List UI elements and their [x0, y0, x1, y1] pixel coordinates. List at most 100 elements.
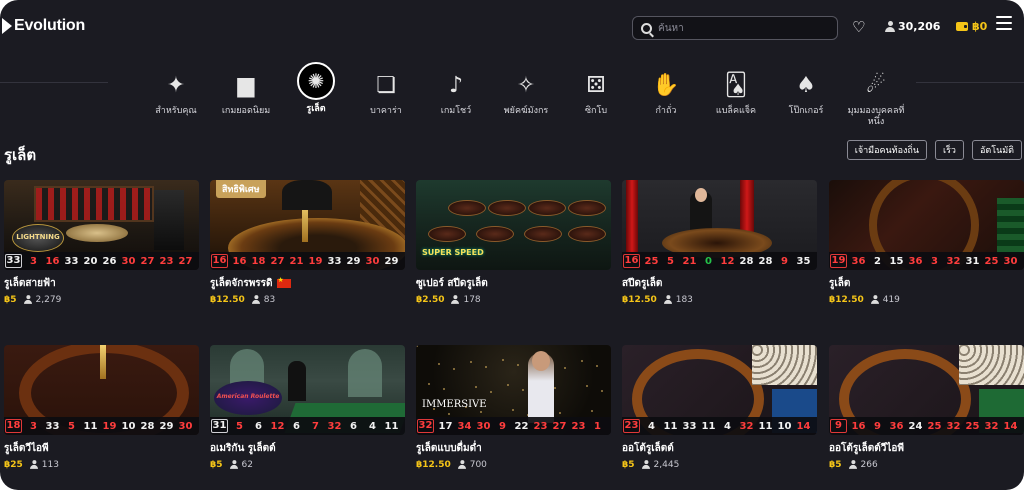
game-title[interactable]: อเมริกัน รูเล็ตต์ — [210, 441, 405, 456]
result-number: 14 — [796, 420, 811, 432]
nav-item[interactable]: ✺ รูเล็ต — [280, 60, 352, 115]
game-card[interactable]: 19 36 2 15 36 3 32 31 25 30 รูเล็ต ฿12.50 419 — [829, 180, 1024, 305]
nav-item[interactable]: 🂡 แบล็คแจ็ค — [700, 60, 772, 117]
game-title[interactable]: ซูเปอร์ สปีดรูเล็ต — [416, 276, 611, 291]
nav-item[interactable]: ✧ พยัคฆ์มังกร — [490, 60, 562, 117]
recent-results: 9 16 9 36 24 25 32 25 32 14 — [829, 417, 1024, 435]
game-card[interactable]: 23 4 11 33 11 4 32 11 10 14 ออโต้รูเล็ตต์฿5 2,445 — [622, 345, 817, 470]
search-input[interactable] — [658, 22, 828, 34]
result-number: 16 — [232, 255, 247, 267]
game-meta: ฿5 2,445 — [622, 459, 817, 470]
result-number: 19 — [102, 420, 117, 432]
online-players: 30,206 — [885, 20, 940, 33]
user-icon — [885, 21, 895, 32]
game-thumbnail[interactable]: 23 4 11 33 11 4 32 11 10 14 — [622, 345, 817, 435]
online-players-count: 30,206 — [898, 20, 941, 33]
game-card[interactable]: สิทธิพิเศษ 16 16 18 27 21 19 33 29 30 29 รูเล็ตจักร… — [210, 180, 405, 305]
player-count-value: 113 — [41, 459, 59, 470]
favorites-heart-icon[interactable]: ♡ — [852, 18, 865, 36]
result-number: 19 — [830, 254, 847, 268]
player-count: 113 — [29, 459, 59, 470]
result-number: 29 — [346, 255, 361, 267]
game-card[interactable]: 18 3 33 5 11 19 10 28 29 30 รูเล็ตวีไอพี ฿25 113 — [4, 345, 199, 470]
game-title[interactable]: รูเล็ตแบบดื่มด่ำ — [416, 441, 611, 456]
user-icon — [870, 295, 879, 304]
result-number: 5 — [68, 420, 75, 432]
result-number: 33 — [45, 420, 60, 432]
result-number: 4 — [724, 420, 731, 432]
game-meta: ฿2.50 178 — [416, 294, 611, 305]
nav-item[interactable]: ⚄ ซิกโบ — [560, 60, 632, 117]
result-number: 5 — [667, 255, 674, 267]
filter-speed-button[interactable]: เร็ว — [935, 140, 964, 160]
game-title[interactable]: สปีดรูเล็ต — [622, 276, 817, 291]
nav-item[interactable]: ♠ โป๊กเกอร์ — [770, 60, 842, 117]
lightning-logo-text: LIGHTNING — [16, 233, 60, 241]
game-title[interactable]: ออโต้รูเล็ตต์ — [622, 441, 817, 456]
hamburger-menu-icon[interactable] — [996, 16, 1012, 30]
nav-item-label: รูเล็ต — [306, 104, 326, 114]
result-number: 7 — [312, 420, 319, 432]
nav-item[interactable]: ♪ เกมโชว์ — [420, 60, 492, 117]
game-title[interactable]: รูเล็ตวีไอพี — [4, 441, 199, 456]
game-thumbnail[interactable]: SUPER SPEED — [416, 180, 611, 270]
game-thumbnail[interactable]: LIGHTNING 33 3 16 33 20 26 30 27 23 27 — [4, 180, 199, 270]
game-card[interactable]: 16 25 5 21 0 12 28 28 9 35 สปีดรูเล็ต ฿12.50 183 — [622, 180, 817, 305]
nav-item[interactable]: ▆ เกมยอดนิยม — [210, 60, 282, 117]
podium-icon: ▆ — [237, 72, 255, 98]
game-card[interactable]: IMMERSIVE 32 17 34 30 9 22 23 27 23 1 รูเล็ตแบบดื่ม… — [416, 345, 611, 470]
result-number: 36 — [908, 255, 923, 267]
min-bet: ฿12.50 — [416, 459, 451, 470]
user-icon — [848, 460, 857, 469]
result-number: 4 — [648, 420, 655, 432]
game-thumbnail[interactable]: 16 25 5 21 0 12 28 28 9 35 — [622, 180, 817, 270]
search-box[interactable] — [632, 16, 838, 40]
game-card[interactable]: SUPER SPEED ซูเปอร์ สปีดรูเล็ต฿2.50 178 — [416, 180, 611, 305]
min-bet: ฿5 — [622, 459, 635, 470]
game-card[interactable]: LIGHTNING 33 3 16 33 20 26 30 27 23 27 รูเล็ตสายฟ้า… — [4, 180, 199, 305]
game-title[interactable]: รูเล็ตจักรพรรดิ — [210, 276, 405, 291]
section-title: รูเล็ต — [4, 146, 37, 164]
game-thumbnail[interactable]: American Roulette 31 5 6 12 6 7 32 6 4 11 — [210, 345, 405, 435]
player-count-value: 83 — [263, 294, 276, 305]
china-flag-icon — [276, 276, 291, 288]
game-title[interactable]: ออโต้รูเล็ตต์วีไอพี — [829, 441, 1024, 456]
result-number: 33 — [64, 255, 79, 267]
recent-results: 23 4 11 33 11 4 32 11 10 14 — [622, 417, 817, 435]
result-number: 24 — [908, 420, 923, 432]
logo-text: Evolution — [14, 17, 86, 34]
result-number: 23 — [571, 420, 586, 432]
filter-local-dealer-button[interactable]: เจ้ามือคนท้องถิ่น — [846, 140, 928, 160]
filter-auto-button[interactable]: อัตโนมัติ — [971, 140, 1022, 160]
game-thumbnail[interactable]: สิทธิพิเศษ 16 16 18 27 21 19 33 29 30 29 — [210, 180, 405, 270]
result-number: 30 — [476, 420, 491, 432]
min-bet: ฿5 — [210, 459, 223, 470]
result-number: 17 — [438, 420, 453, 432]
game-title-text: ซูเปอร์ สปีดรูเล็ต — [416, 278, 488, 289]
nav-item[interactable]: ❏ บาคาร่า — [350, 60, 422, 117]
result-number: 27 — [270, 255, 285, 267]
result-number: 9 — [781, 255, 788, 267]
result-number: 33 — [5, 254, 22, 268]
balance[interactable]: ฿0 — [956, 20, 987, 33]
game-title-text: สปีดรูเล็ต — [622, 278, 663, 289]
app-frame: Evolution ♡ 30,206 ฿0 ✦ สำหรับคุณ ▆ เกมยอดน… — [0, 0, 1024, 490]
game-card[interactable]: 9 16 9 36 24 25 32 25 32 14 ออโต้รูเล็ตต์วีไอพี ฿5 2… — [829, 345, 1024, 470]
evolution-logo[interactable]: Evolution — [2, 17, 85, 35]
game-thumbnail[interactable]: 19 36 2 15 36 3 32 31 25 30 — [829, 180, 1024, 270]
game-title[interactable]: รูเล็ต — [829, 276, 1024, 291]
game-title[interactable]: รูเล็ตสายฟ้า — [4, 276, 199, 291]
nav-item[interactable]: ✦ สำหรับคุณ — [140, 60, 212, 117]
game-card[interactable]: American Roulette 31 5 6 12 6 7 32 6 4 11 อเมริกัน … — [210, 345, 405, 470]
nav-item[interactable]: ✋ กำถั่ว — [630, 60, 702, 117]
nav-item[interactable]: ☄ มุมมองบุคคลที่หนึ่ง — [840, 60, 912, 128]
first-person-icon: ☄ — [866, 72, 886, 98]
user-icon — [457, 460, 466, 469]
result-number: 25 — [984, 255, 999, 267]
user-icon — [229, 460, 238, 469]
game-thumbnail[interactable]: IMMERSIVE 32 17 34 30 9 22 23 27 23 1 — [416, 345, 611, 435]
result-number: 9 — [499, 420, 506, 432]
microphone-icon: ♪ — [448, 72, 464, 98]
game-thumbnail[interactable]: 9 16 9 36 24 25 32 25 32 14 — [829, 345, 1024, 435]
game-thumbnail[interactable]: 18 3 33 5 11 19 10 28 29 30 — [4, 345, 199, 435]
